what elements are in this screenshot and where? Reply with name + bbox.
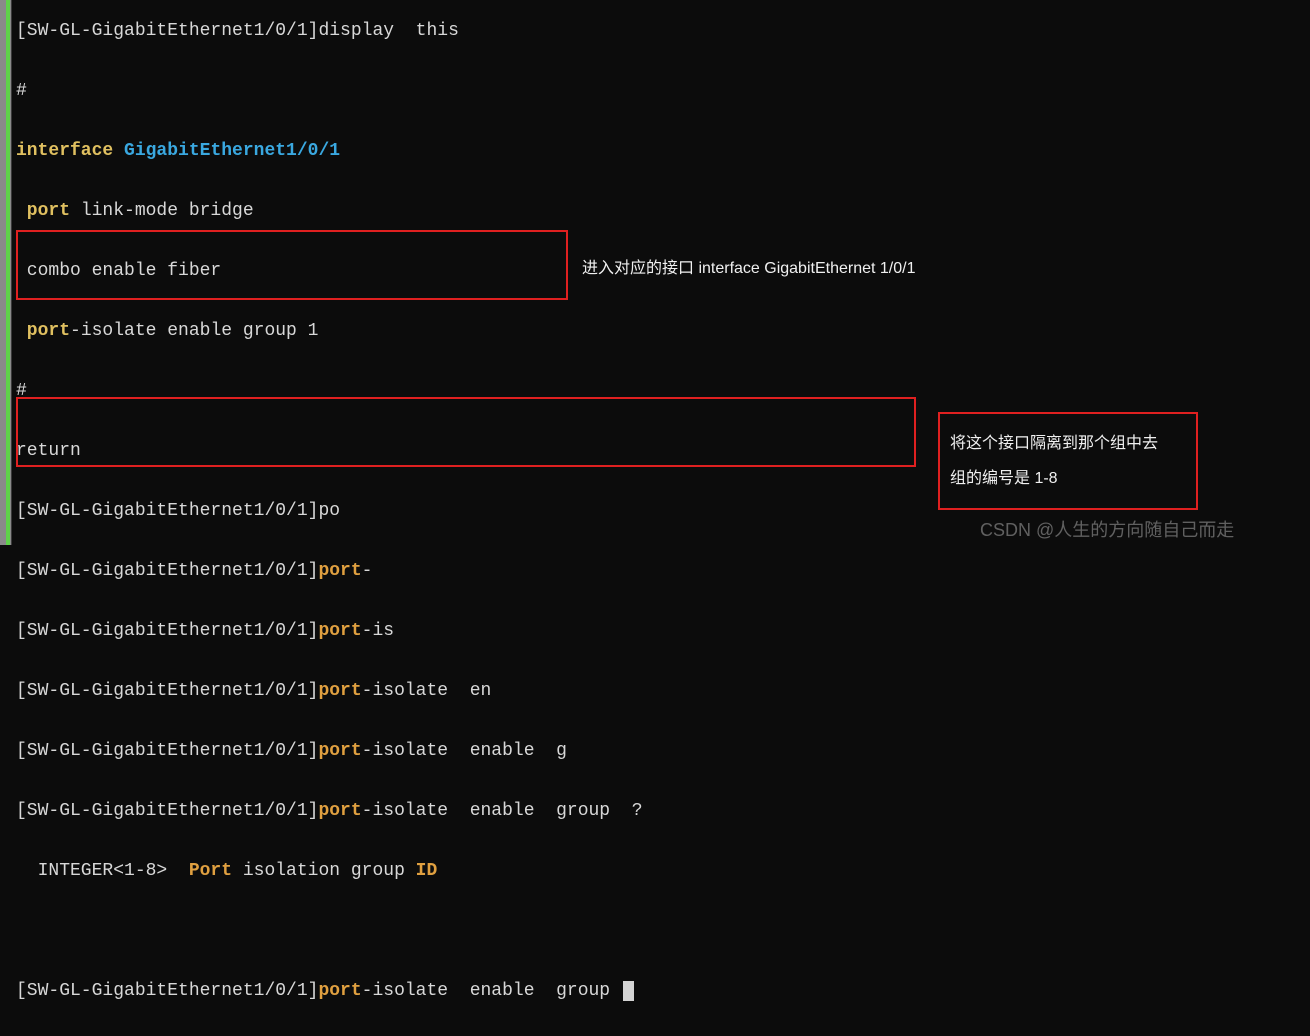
term-line: interface GigabitEthernet1/0/1 <box>16 136 643 166</box>
cmd: -isolate en <box>362 681 492 701</box>
prompt: [SW-GL-GigabitEthernet1/0/1] <box>16 681 318 701</box>
prompt: [SW-GL-GigabitEthernet1/0/1] <box>16 621 318 641</box>
term-line: combo enable fiber <box>16 256 643 286</box>
cmd: - <box>362 561 373 581</box>
term-line: # <box>16 76 643 106</box>
ifname: GigabitEthernet1/0/1 <box>124 141 340 161</box>
annotation-line: 组的编号是 1-8 <box>950 461 1186 496</box>
terminal-output: [SW-GL-GigabitEthernet1/0/1]display this… <box>16 0 643 1036</box>
term-line: return <box>16 436 643 466</box>
annotation-box-2: 将这个接口隔离到那个组中去 组的编号是 1-8 <box>938 412 1198 510</box>
help-text: INTEGER<1-8> <box>16 861 189 881</box>
cursor <box>623 981 634 1001</box>
cmd: display this <box>318 21 458 41</box>
kw-interface: interface <box>16 141 124 161</box>
cmd: -isolate enable group ? <box>362 801 643 821</box>
watermark: CSDN @人生的方向随自己而走 <box>980 516 1234 542</box>
prompt: [SW-GL-GigabitEthernet1/0/1] <box>16 801 318 821</box>
prompt: [SW-GL-GigabitEthernet1/0/1] <box>16 501 318 521</box>
term-line: [SW-GL-GigabitEthernet1/0/1]port-isolate… <box>16 736 643 766</box>
hash: # <box>16 81 27 101</box>
help-port: Port <box>189 861 243 881</box>
txt: link-mode bridge <box>81 201 254 221</box>
cmd: -isolate enable group <box>362 981 621 1001</box>
kw-port: port <box>318 981 361 1001</box>
prompt: [SW-GL-GigabitEthernet1/0/1] <box>16 741 318 761</box>
kw-port: port <box>16 201 81 221</box>
term-line: port link-mode bridge <box>16 196 643 226</box>
editor-gutter <box>0 0 12 545</box>
help-text: isolation group <box>243 861 416 881</box>
hash: # <box>16 381 27 401</box>
term-line: [SW-GL-GigabitEthernet1/0/1]display this <box>16 16 643 46</box>
kw-port: port <box>16 321 70 341</box>
kw-port: port <box>318 741 361 761</box>
kw-port: port <box>318 621 361 641</box>
term-line: # <box>16 376 643 406</box>
term-line: [SW-GL-GigabitEthernet1/0/1]po <box>16 496 643 526</box>
term-line: [SW-GL-GigabitEthernet1/0/1]port-isolate… <box>16 676 643 706</box>
txt: -isolate enable group 1 <box>70 321 318 341</box>
txt: combo enable fiber <box>16 261 221 281</box>
term-line: [SW-GL-GigabitEthernet1/0/1]port-is <box>16 616 643 646</box>
annotation-line: 将这个接口隔离到那个组中去 <box>950 426 1186 461</box>
cmd: po <box>318 501 340 521</box>
help-id: ID <box>416 861 438 881</box>
return: return <box>16 441 81 461</box>
cmd: -isolate enable g <box>362 741 567 761</box>
kw-port: port <box>318 561 361 581</box>
kw-port: port <box>318 801 361 821</box>
cmd: -is <box>362 621 394 641</box>
prompt: [SW-GL-GigabitEthernet1/0/1] <box>16 21 318 41</box>
term-line: INTEGER<1-8> Port isolation group ID <box>16 856 643 886</box>
term-line: [SW-GL-GigabitEthernet1/0/1]port- <box>16 556 643 586</box>
term-line: [SW-GL-GigabitEthernet1/0/1]port-isolate… <box>16 796 643 826</box>
term-line: [SW-GL-GigabitEthernet1/0/1]port-isolate… <box>16 976 643 1006</box>
annotation-text-1: 进入对应的接口 interface GigabitEthernet 1/0/1 <box>582 254 915 278</box>
prompt: [SW-GL-GigabitEthernet1/0/1] <box>16 561 318 581</box>
term-line <box>16 916 643 946</box>
prompt: [SW-GL-GigabitEthernet1/0/1] <box>16 981 318 1001</box>
term-line: port-isolate enable group 1 <box>16 316 643 346</box>
kw-port: port <box>318 681 361 701</box>
